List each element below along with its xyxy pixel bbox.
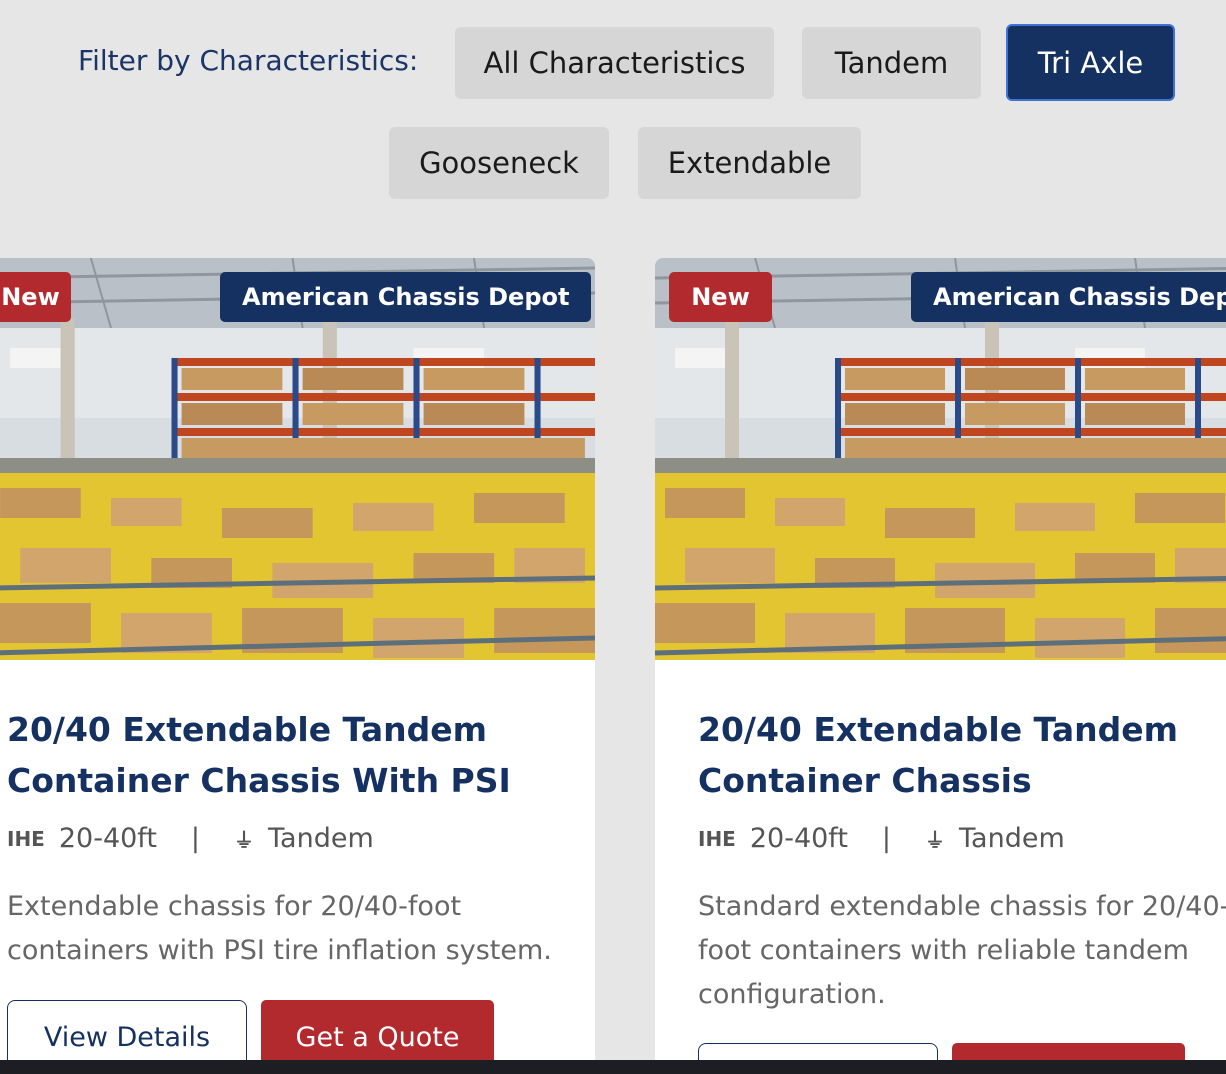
spec-axle: Tandem [959, 823, 1065, 854]
filter-chip-tri-axle[interactable]: Tri Axle [1006, 24, 1175, 101]
product-title[interactable]: 20/40 Extendable Tandem Container Chassi… [698, 704, 1226, 806]
spec-separator: | [190, 823, 201, 854]
spec-separator: | [881, 823, 892, 854]
product-card: New American Chassis Depot 20/40 Extenda… [0, 258, 595, 1060]
product-title-line: Container Chassis [698, 761, 1032, 800]
get-quote-button[interactable] [952, 1043, 1185, 1060]
product-title-line: 20/40 Extendable Tandem [7, 710, 487, 749]
filter-label: Filter by Characteristics: [78, 44, 419, 77]
product-description: Extendable chassis for 20/40-foot contai… [7, 885, 587, 973]
filter-chip-gooseneck[interactable]: Gooseneck [389, 127, 609, 199]
ruler-icon: IHE [698, 826, 736, 851]
description-line: Extendable chassis for 20/40-foot [7, 891, 462, 922]
product-title-line: Container Chassis With PSI [7, 761, 511, 800]
filter-chip-extendable[interactable]: Extendable [638, 127, 861, 199]
view-details-button[interactable]: View Details [7, 1000, 247, 1060]
product-description: Standard extendable chassis for 20/40- f… [698, 885, 1226, 1017]
new-badge: New [0, 272, 71, 322]
product-card: New American Chassis Depot 20/40 Extenda… [655, 258, 1226, 1060]
spec-axle: Tandem [268, 823, 374, 854]
get-quote-button[interactable]: Get a Quote [261, 1000, 494, 1060]
filter-chip-tandem[interactable]: Tandem [802, 27, 981, 99]
axle-icon: ⏚ [925, 828, 946, 852]
product-title[interactable]: 20/40 Extendable Tandem Container Chassi… [7, 704, 577, 806]
view-details-button[interactable] [698, 1043, 938, 1060]
bottom-bar [0, 1060, 1226, 1074]
description-line: configuration. [698, 979, 886, 1010]
dealer-badge: American Chassis Depot [220, 272, 592, 322]
new-badge: New [669, 272, 772, 322]
dealer-badge: American Chassis Depot [911, 272, 1226, 322]
description-line: Standard extendable chassis for 20/40- [698, 891, 1226, 922]
spec-size: 20-40ft [58, 823, 157, 854]
spec-row: IHE 20-40ft | ⏚ Tandem [698, 823, 1065, 854]
page: Filter by Characteristics: All Character… [0, 0, 1226, 1074]
product-title-line: 20/40 Extendable Tandem [698, 710, 1178, 749]
description-line: foot containers with reliable tandem [698, 935, 1189, 966]
description-line: containers with PSI tire inflation syste… [7, 935, 552, 966]
spec-size: 20-40ft [749, 823, 848, 854]
ruler-icon: IHE [7, 826, 45, 851]
spec-row: IHE 20-40ft | ⏚ Tandem [7, 823, 374, 854]
axle-icon: ⏚ [234, 828, 255, 852]
filter-chip-all-characteristics[interactable]: All Characteristics [455, 27, 774, 99]
